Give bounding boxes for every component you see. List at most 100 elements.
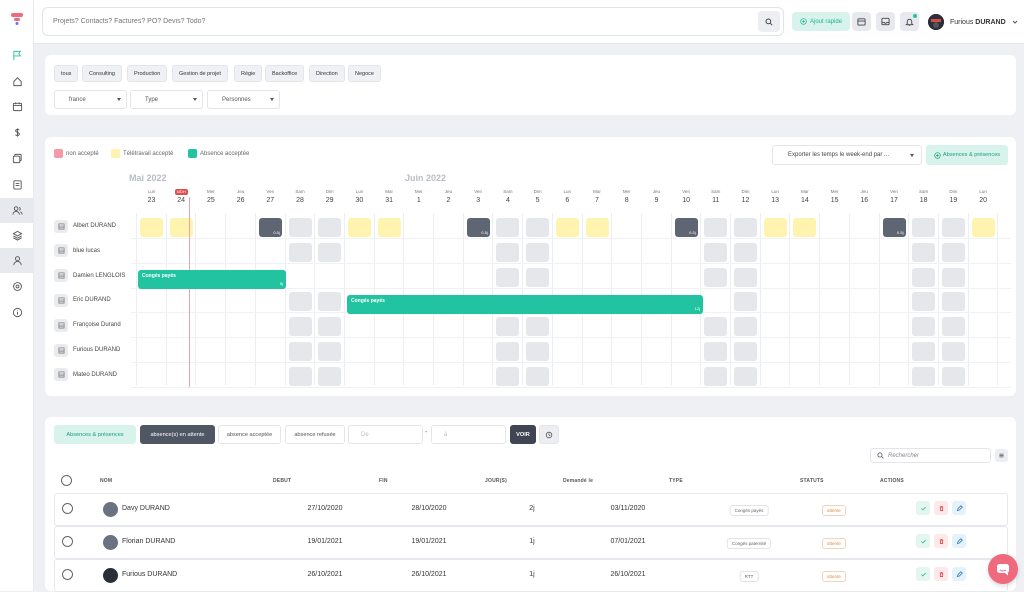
inbox-button[interactable]	[876, 12, 895, 31]
half-day-cell[interactable]: 0.5j	[258, 218, 282, 237]
sidebar-item-documents[interactable]	[0, 146, 34, 171]
day-name: Sam	[919, 189, 929, 194]
tab-refused[interactable]: absence refusée	[285, 425, 345, 444]
telework-cell[interactable]	[140, 218, 163, 237]
header-debut[interactable]: DEBUT	[273, 478, 291, 484]
sidebar-item-settings[interactable]	[0, 274, 34, 299]
sidebar-item-user[interactable]	[0, 248, 34, 273]
notifications-button[interactable]	[900, 12, 919, 31]
employee-row-label[interactable]: Mateo DURAND	[54, 368, 117, 382]
filter-chip-tous[interactable]: tous	[54, 65, 79, 82]
tab-accepted[interactable]: absence acceptée	[218, 425, 281, 444]
filters-card: tous Consulting Production Gestion de pr…	[45, 55, 1016, 115]
employee-row-label[interactable]: Françoise Durand	[54, 318, 121, 332]
day-header: Dim 29	[315, 189, 344, 204]
sidebar-item-team[interactable]	[0, 198, 34, 223]
reset-button[interactable]	[539, 425, 559, 444]
telework-cell[interactable]	[763, 218, 787, 237]
sidebar-item-layers[interactable]	[0, 223, 34, 248]
weekend-cell	[526, 317, 550, 337]
pencil-icon	[956, 537, 963, 544]
sidebar-item-finance[interactable]	[0, 120, 34, 145]
weekend-cell	[912, 242, 936, 262]
half-day-cell[interactable]: 0.5j	[882, 218, 906, 237]
view-button[interactable]: VOIR	[510, 425, 536, 444]
sidebar-item-home[interactable]	[0, 69, 34, 94]
employee-row-label[interactable]: Eric DURAND	[54, 293, 111, 307]
employee-row-label[interactable]: blue lucas	[54, 244, 100, 258]
row-checkbox[interactable]	[62, 503, 73, 514]
header-nom[interactable]: NOM	[100, 478, 112, 484]
table-row[interactable]: Davy DURAND 27/10/2020 28/10/2020 2j 03/11/2…	[54, 493, 1008, 526]
day-number: 9	[654, 197, 659, 204]
header-fin[interactable]: FIN	[379, 478, 388, 484]
chat-button[interactable]	[988, 554, 1018, 584]
header-type[interactable]: TYPE	[669, 478, 683, 484]
table-search[interactable]: Rechercher	[870, 448, 991, 463]
date-to-input[interactable]: à	[431, 425, 506, 444]
quick-add-button[interactable]: Ajout rapide	[792, 12, 850, 31]
table-row[interactable]: Florian DURAND 19/01/2021 19/01/2021 1j 07/0…	[54, 526, 1008, 559]
weekend-cell	[496, 267, 520, 287]
filter-chip-direction[interactable]: Direction	[309, 65, 345, 82]
sidebar-item-notes[interactable]	[0, 172, 34, 197]
approve-button[interactable]	[916, 534, 930, 548]
gear-icon	[12, 282, 22, 291]
edit-button[interactable]	[952, 501, 966, 515]
row-checkbox[interactable]	[62, 569, 73, 580]
telework-cell[interactable]	[793, 218, 817, 237]
filter-chip-production[interactable]: Production	[127, 65, 168, 82]
table-row[interactable]: Furious DURAND 26/10/2021 26/10/2021 1j 26/1…	[54, 559, 1008, 592]
filter-chip-backoffice[interactable]: Backoffice	[265, 65, 305, 82]
sidebar-item-flag[interactable]	[0, 43, 34, 68]
sidebar-item-calendar[interactable]	[0, 94, 34, 119]
header-demande[interactable]: Demandé le	[563, 478, 593, 484]
sidebar-item-info[interactable]	[0, 300, 34, 325]
half-day-cell[interactable]: 0.5j	[674, 218, 698, 237]
filter-chip-regie[interactable]: Régie	[234, 65, 263, 82]
user-menu[interactable]: Furious DURAND	[928, 12, 1018, 32]
absence-bar-eric[interactable]: Congés payés 12j	[347, 295, 703, 314]
telework-cell[interactable]	[971, 218, 995, 237]
employee-row-label[interactable]: Damien LENGLOIS	[54, 269, 125, 283]
delete-button[interactable]	[934, 567, 948, 581]
tab-absences-presences[interactable]: Absences & présences	[54, 425, 136, 444]
select-all-checkbox[interactable]	[61, 475, 72, 486]
header-statuts[interactable]: STATUTS	[800, 478, 824, 484]
filter-chip-consulting[interactable]: Consulting	[82, 65, 122, 82]
type-select[interactable]: Type	[130, 90, 203, 109]
telework-cell[interactable]	[347, 218, 371, 237]
inbox-icon	[881, 17, 890, 26]
country-select[interactable]: france	[54, 90, 127, 109]
tab-pending[interactable]: absence(s) en attente	[140, 425, 215, 444]
edit-button[interactable]	[952, 534, 966, 548]
absence-bar-damien[interactable]: Congés payés 5j	[138, 270, 286, 289]
columns-menu-button[interactable]	[995, 449, 1008, 462]
day-header: Mar 7	[583, 189, 612, 204]
half-day-cell[interactable]: 0.5j	[466, 218, 490, 237]
row-checkbox[interactable]	[62, 536, 73, 547]
approve-button[interactable]	[916, 567, 930, 581]
approve-button[interactable]	[916, 501, 930, 515]
telework-cell[interactable]	[555, 218, 579, 237]
export-select[interactable]: Exporter les temps le week-end par ...	[772, 145, 922, 165]
header-jours[interactable]: JOUR(S)	[485, 478, 507, 484]
edit-button[interactable]	[952, 567, 966, 581]
telework-cell[interactable]	[585, 218, 609, 237]
filter-chip-negoce[interactable]: Negoce	[348, 65, 381, 82]
telework-cell[interactable]	[377, 218, 401, 237]
app-logo[interactable]	[10, 12, 24, 26]
delete-button[interactable]	[934, 501, 948, 515]
search-button[interactable]	[758, 11, 780, 32]
global-search-input[interactable]	[43, 8, 743, 35]
layers-icon	[11, 230, 23, 241]
date-from-input[interactable]: De	[348, 425, 423, 444]
employee-row-label[interactable]: Furious DURAND	[54, 343, 120, 357]
employee-row-label[interactable]: Albert DURAND	[54, 219, 116, 233]
day-header: Ven 10	[672, 189, 701, 204]
calendar-button[interactable]	[852, 12, 871, 31]
people-select[interactable]: Personnes	[207, 90, 280, 109]
absences-presences-button[interactable]: Absences & présences	[926, 145, 1008, 165]
delete-button[interactable]	[934, 534, 948, 548]
filter-chip-gestion[interactable]: Gestion de projet	[172, 65, 228, 82]
